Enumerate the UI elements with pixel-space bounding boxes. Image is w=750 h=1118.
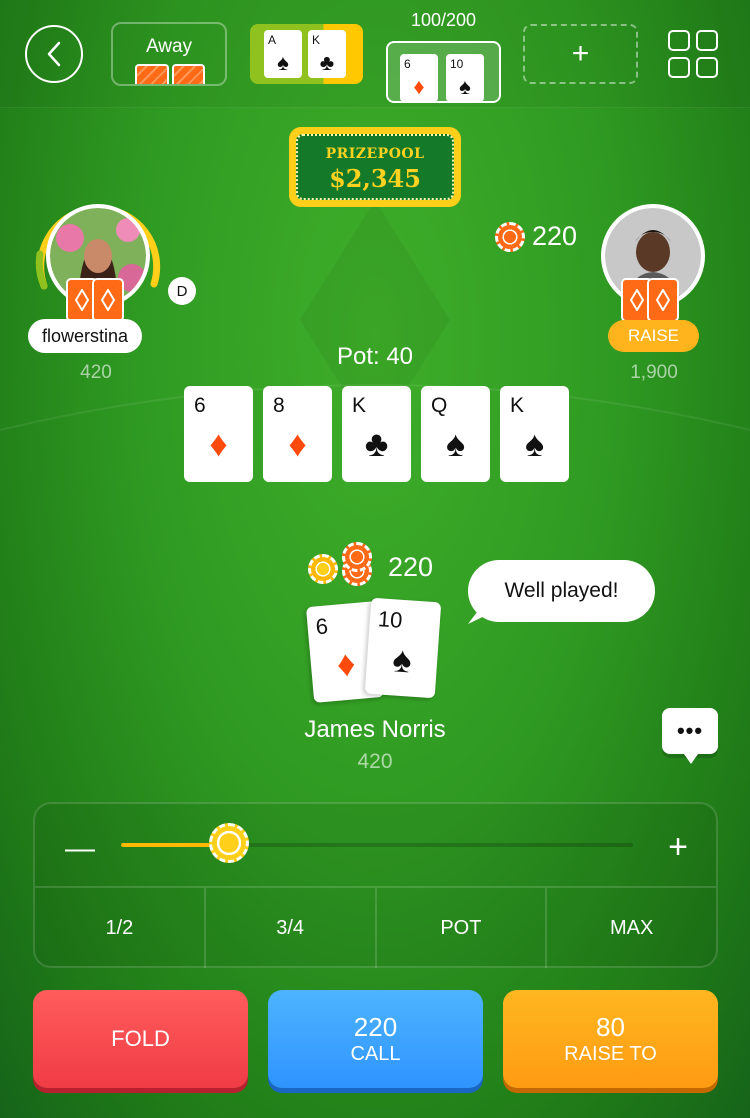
community-cards: 6 ♦ 8 ♦ K ♣ Q ♠ K ♠ [184,386,569,482]
away-button[interactable]: Away [111,22,227,86]
raise-label: RAISE TO [564,1043,657,1065]
dealer-button: D [168,277,196,305]
mini-card: 6 ♦ [400,54,438,102]
club-icon: ♣ [364,423,389,464]
away-card-backs [135,64,205,84]
card-rank: K [352,394,367,417]
board-card: K ♣ [342,386,411,482]
preset-pot[interactable]: POT [374,888,546,968]
board-card: 6 ♦ [184,386,253,482]
board-card: 8 ♦ [263,386,332,482]
card-back-icon [171,64,205,84]
spade-icon: ♠ [277,50,289,75]
hero-bet: 220 [388,552,434,582]
card-rank: 6 [194,394,206,417]
back-button[interactable] [25,25,83,83]
spade-icon: ♠ [391,638,414,681]
add-table-button[interactable]: + [523,24,638,84]
player-right-stack: 1,900 [630,362,678,383]
diamond-icon: ♦ [413,74,425,99]
away-label: Away [145,36,193,57]
prizepool-banner: PRIZEPOOL $2,345 [289,127,461,207]
chip-stack-icon [342,542,372,572]
prizepool-value: $2,345 [329,164,421,193]
table-tab-1[interactable]: A ♠ K ♣ [250,24,363,84]
spade-icon: ♠ [459,74,471,99]
player-right-action-badge: RAISE [608,320,699,352]
chip-icon [308,554,338,584]
card-rank: K [510,394,525,417]
card-rank: 6 [314,613,329,640]
hero-name: James Norris [304,716,446,743]
decrease-bet-button[interactable]: — [65,832,95,866]
player-left-name: flowerstina [28,319,143,353]
fold-label: FOLD [111,1026,170,1051]
card-rank: 8 [273,394,285,417]
card-rank: 6 [404,57,411,71]
bet-presets: 1/2 3/4 POT MAX [35,886,716,968]
chevron-left-icon [47,41,61,67]
player-right-bet: 220 [532,221,578,251]
bet-slider[interactable] [121,823,633,863]
player-left-cards [66,278,124,322]
card-rank: Q [431,394,448,417]
club-icon: ♣ [319,50,335,75]
increase-bet-button[interactable]: + [668,828,688,867]
spade-icon: ♠ [445,423,466,464]
mini-card: 10 ♠ [446,54,484,102]
bet-panel: — + 1/2 3/4 POT MAX [33,802,718,968]
player-left-stack: 420 [80,362,112,383]
pot-label: Pot: 40 [336,343,414,370]
prizepool-label: PRIZEPOOL [325,146,425,162]
diamond-icon: ♦ [288,423,307,464]
hero-stack: 420 [357,750,393,773]
spade-icon: ♠ [524,423,545,464]
preset-half-pot[interactable]: 1/2 [35,888,204,968]
board-card: K ♠ [500,386,569,482]
call-amount: 220 [353,1012,398,1042]
call-label: CALL [350,1043,401,1065]
card-back-icon [92,278,124,322]
card-rank: 10 [450,57,464,71]
player-right-cards [621,278,679,322]
chat-bubble: Well played! [468,560,655,622]
slider-thumb[interactable] [208,823,249,863]
hero-card: 10 ♠ [364,597,442,699]
fold-button[interactable]: FOLD [33,990,248,1088]
raise-amount: 80 [596,1012,625,1042]
card-rank: A [268,33,277,47]
hero-hole-cards: 6 ♦ 10 ♠ [305,597,448,704]
preset-max[interactable]: MAX [545,888,716,968]
mini-card: K ♣ [308,30,346,78]
menu-grid-icon[interactable] [668,30,718,78]
blinds-label: 100/200 [410,10,477,30]
preset-three-quarter-pot[interactable]: 3/4 [203,888,375,968]
chat-button[interactable]: ••• [662,708,718,764]
call-button[interactable]: 220 CALL [268,990,483,1088]
chip-icon [495,222,525,252]
board-card: Q ♠ [421,386,490,482]
raise-button[interactable]: 80 RAISE TO [503,990,718,1088]
diamond-icon: ♦ [209,423,228,464]
card-rank: K [312,33,321,47]
mini-card: A ♠ [264,30,302,78]
card-back-icon [647,278,679,322]
card-rank: 10 [377,606,404,633]
table-tab-2-active[interactable]: 6 ♦ 10 ♠ [386,41,501,103]
card-back-icon [135,64,169,84]
